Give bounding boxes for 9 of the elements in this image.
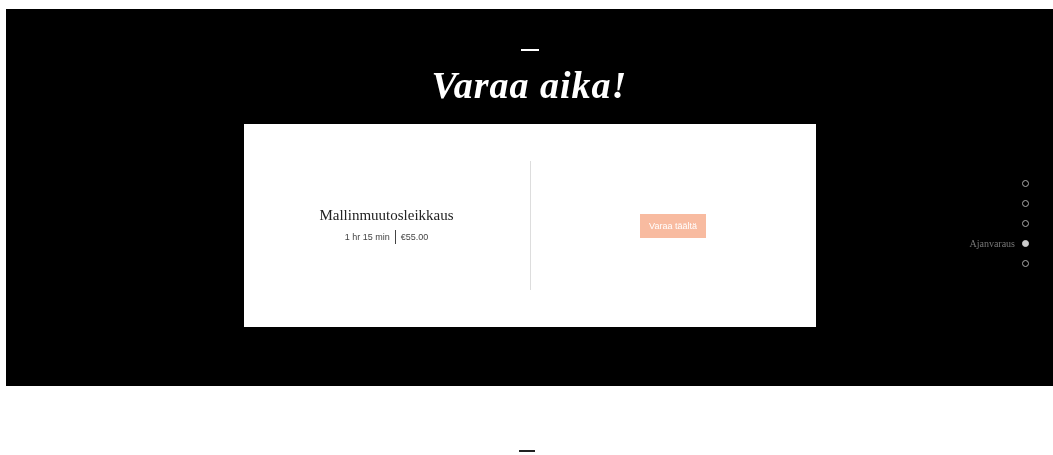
service-duration: 1 hr 15 min (344, 232, 390, 242)
title-rule (520, 49, 539, 51)
book-button[interactable]: Varaa täältä (640, 213, 706, 238)
nav-dot[interactable] (1022, 239, 1029, 247)
service-price: €55.00 (400, 232, 429, 242)
page-title: Varaa aika! (431, 65, 628, 105)
service-name: Mallinmuutosleikkaus (319, 207, 454, 224)
section-rule (518, 450, 535, 452)
nav-label: Ajanvaraus (969, 237, 1015, 249)
